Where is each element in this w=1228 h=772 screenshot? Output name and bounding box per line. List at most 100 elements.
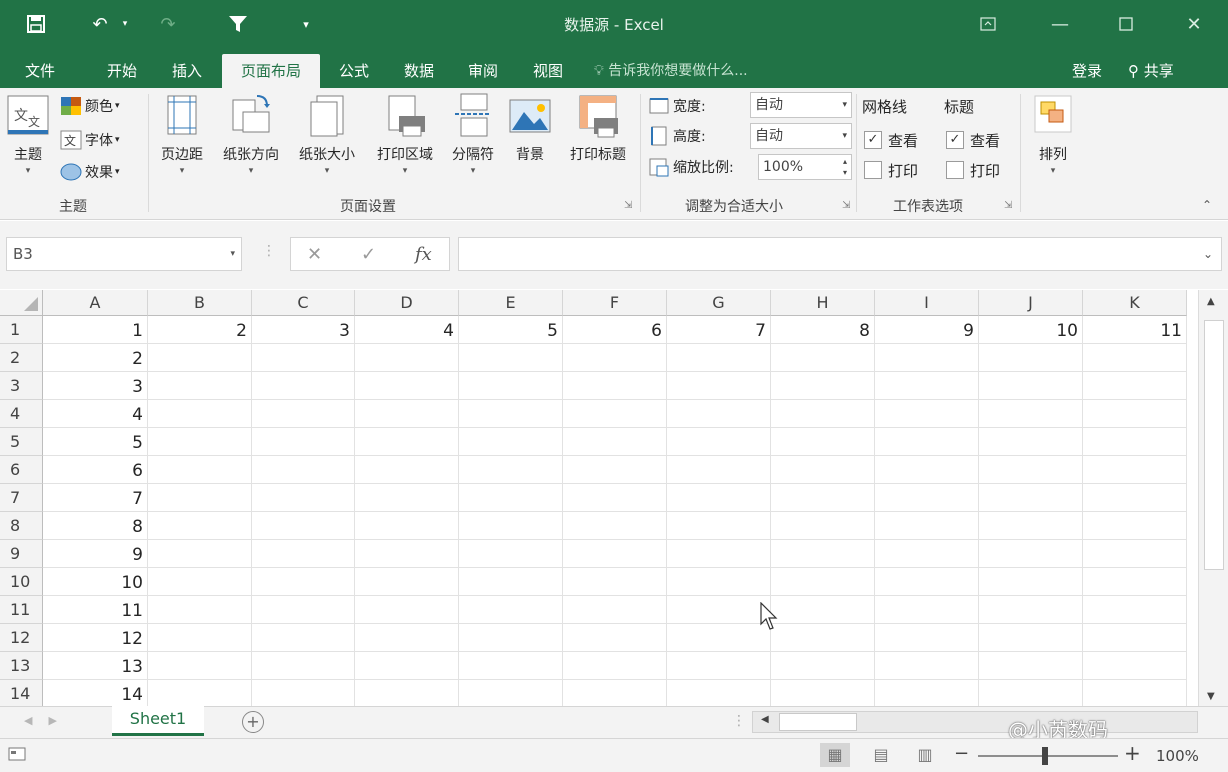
scroll-up-icon[interactable]: ▲ [1207,296,1215,307]
cell-g9[interactable] [667,540,771,568]
tab-home[interactable]: 开始 [90,54,154,88]
zoom-out-icon[interactable]: − [954,743,969,764]
cell-k14[interactable] [1083,680,1187,708]
cell-h8[interactable] [771,512,875,540]
cell-f9[interactable] [563,540,667,568]
cell-k8[interactable] [1083,512,1187,540]
page-layout-view-icon[interactable]: ▤ [866,743,896,767]
themes-button[interactable]: 文文 主题 ▾ [4,92,52,176]
cell-e10[interactable] [459,568,563,596]
cell-j12[interactable] [979,624,1083,652]
row-header[interactable]: 3 [0,372,43,400]
cell-d10[interactable] [355,568,459,596]
cell-g11[interactable] [667,596,771,624]
scroll-left-icon[interactable]: ◀ [761,714,769,725]
page-setup-launcher-icon[interactable]: ⇲ [624,200,632,211]
cell-a11[interactable]: 11 [43,596,148,624]
cell-f11[interactable] [563,596,667,624]
cell-i7[interactable] [875,484,979,512]
cell-g3[interactable] [667,372,771,400]
cell-j1[interactable]: 10 [979,316,1083,344]
cell-d9[interactable] [355,540,459,568]
cell-d8[interactable] [355,512,459,540]
cell-g8[interactable] [667,512,771,540]
cell-d2[interactable] [355,344,459,372]
column-header-b[interactable]: B [148,290,252,316]
scroll-down-icon[interactable]: ▼ [1207,691,1215,702]
cell-i11[interactable] [875,596,979,624]
size-button[interactable]: 纸张大小 ▾ [290,92,364,176]
column-header-j[interactable]: J [979,290,1083,316]
cell-c4[interactable] [252,400,355,428]
cell-h14[interactable] [771,680,875,708]
cell-d4[interactable] [355,400,459,428]
cell-g4[interactable] [667,400,771,428]
column-header-g[interactable]: G [667,290,771,316]
share-button[interactable]: ⚲ 共享 [1128,54,1174,88]
row-header[interactable]: 14 [0,680,43,708]
cell-d14[interactable] [355,680,459,708]
cell-d3[interactable] [355,372,459,400]
cell-e7[interactable] [459,484,563,512]
cell-b4[interactable] [148,400,252,428]
cell-e5[interactable] [459,428,563,456]
cell-i6[interactable] [875,456,979,484]
cell-i8[interactable] [875,512,979,540]
cell-a6[interactable]: 6 [43,456,148,484]
cell-h4[interactable] [771,400,875,428]
background-button[interactable]: 背景 [504,92,556,164]
cell-j14[interactable] [979,680,1083,708]
cell-j2[interactable] [979,344,1083,372]
column-header-d[interactable]: D [355,290,459,316]
headings-print-checkbox[interactable]: 打印 [946,158,1000,182]
scale-launcher-icon[interactable]: ⇲ [842,200,850,211]
enter-icon[interactable]: ✓ [361,244,376,265]
macro-record-icon[interactable] [8,746,26,766]
cell-j4[interactable] [979,400,1083,428]
cell-b14[interactable] [148,680,252,708]
cell-f8[interactable] [563,512,667,540]
collapse-ribbon-icon[interactable]: ⌃ [1202,198,1212,212]
zoom-slider[interactable] [978,755,1118,757]
cell-d5[interactable] [355,428,459,456]
cell-i1[interactable]: 9 [875,316,979,344]
cell-j10[interactable] [979,568,1083,596]
column-header-i[interactable]: I [875,290,979,316]
cell-h11[interactable] [771,596,875,624]
row-header[interactable]: 5 [0,428,43,456]
cell-e13[interactable] [459,652,563,680]
cell-j13[interactable] [979,652,1083,680]
cell-f1[interactable]: 6 [563,316,667,344]
cell-j5[interactable] [979,428,1083,456]
login-button[interactable]: 登录 [1072,54,1102,88]
cell-h6[interactable] [771,456,875,484]
cell-k7[interactable] [1083,484,1187,512]
cell-c6[interactable] [252,456,355,484]
cell-c14[interactable] [252,680,355,708]
cell-c11[interactable] [252,596,355,624]
tab-insert[interactable]: 插入 [156,54,218,88]
cell-f7[interactable] [563,484,667,512]
cell-j6[interactable] [979,456,1083,484]
cell-d13[interactable] [355,652,459,680]
print-area-button[interactable]: 打印区域 ▾ [368,92,442,176]
select-all-button[interactable] [0,290,43,316]
normal-view-icon[interactable]: ▦ [820,743,850,767]
cell-i14[interactable] [875,680,979,708]
cell-k4[interactable] [1083,400,1187,428]
cell-e4[interactable] [459,400,563,428]
width-combo[interactable]: 自动 ▾ [750,92,852,118]
zoom-level[interactable]: 100% [1156,747,1199,765]
cell-h7[interactable] [771,484,875,512]
cell-k11[interactable] [1083,596,1187,624]
cell-e3[interactable] [459,372,563,400]
cell-a10[interactable]: 10 [43,568,148,596]
cell-f4[interactable] [563,400,667,428]
tab-formulas[interactable]: 公式 [324,54,384,88]
cell-f3[interactable] [563,372,667,400]
cell-h10[interactable] [771,568,875,596]
cell-a2[interactable]: 2 [43,344,148,372]
row-header[interactable]: 9 [0,540,43,568]
cell-g2[interactable] [667,344,771,372]
headings-view-checkbox[interactable]: ✓ 查看 [946,128,1000,152]
